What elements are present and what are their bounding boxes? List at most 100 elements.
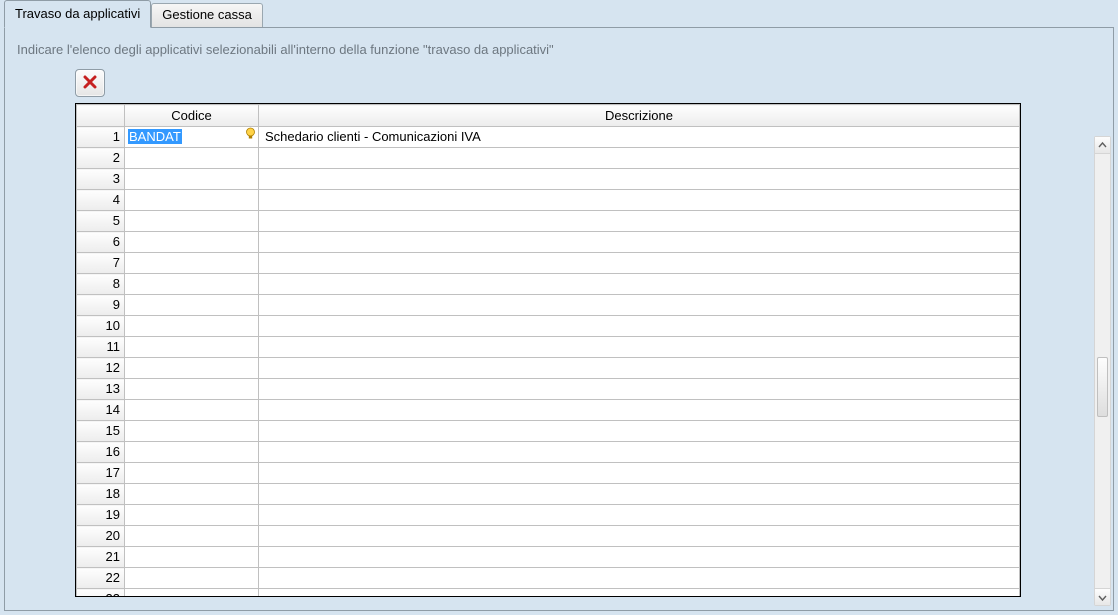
description-cell[interactable]	[259, 190, 1020, 211]
code-cell[interactable]	[125, 505, 259, 526]
row-number[interactable]: 5	[77, 211, 125, 232]
code-input[interactable]	[125, 421, 258, 441]
description-cell[interactable]	[259, 316, 1020, 337]
code-input[interactable]	[125, 316, 258, 336]
row-number[interactable]: 10	[77, 316, 125, 337]
description-cell[interactable]	[259, 274, 1020, 295]
row-number[interactable]: 8	[77, 274, 125, 295]
row-number[interactable]: 9	[77, 295, 125, 316]
row-number[interactable]: 6	[77, 232, 125, 253]
code-cell[interactable]	[125, 316, 259, 337]
code-input[interactable]	[125, 337, 258, 357]
row-number[interactable]: 19	[77, 505, 125, 526]
code-input[interactable]	[125, 232, 258, 252]
grid-header-desc[interactable]: Descrizione	[259, 105, 1020, 127]
row-number[interactable]: 3	[77, 169, 125, 190]
scroll-thumb[interactable]	[1097, 357, 1108, 417]
code-cell[interactable]	[125, 274, 259, 295]
code-cell[interactable]	[125, 358, 259, 379]
description-cell[interactable]	[259, 421, 1020, 442]
code-input[interactable]	[125, 484, 258, 504]
row-number[interactable]: 12	[77, 358, 125, 379]
grid-header-code[interactable]: Codice	[125, 105, 259, 127]
row-number[interactable]: 23	[77, 589, 125, 598]
code-cell[interactable]	[125, 379, 259, 400]
row-number[interactable]: 22	[77, 568, 125, 589]
code-cell[interactable]	[125, 232, 259, 253]
code-input[interactable]	[125, 169, 258, 189]
code-input[interactable]	[125, 295, 258, 315]
description-cell[interactable]	[259, 169, 1020, 190]
code-input[interactable]	[125, 211, 258, 231]
code-cell[interactable]	[125, 442, 259, 463]
code-input[interactable]: BANDAT	[125, 127, 242, 147]
code-input[interactable]	[125, 547, 258, 567]
row-number[interactable]: 14	[77, 400, 125, 421]
code-cell[interactable]	[125, 589, 259, 598]
code-cell[interactable]	[125, 148, 259, 169]
code-input[interactable]	[125, 568, 258, 588]
description-cell[interactable]	[259, 484, 1020, 505]
scroll-up-button[interactable]	[1095, 137, 1110, 154]
tab-gestione-cassa[interactable]: Gestione cassa	[151, 3, 263, 27]
code-input[interactable]	[125, 526, 258, 546]
description-cell[interactable]	[259, 379, 1020, 400]
description-cell[interactable]	[259, 526, 1020, 547]
code-cell[interactable]	[125, 526, 259, 547]
row-number[interactable]: 7	[77, 253, 125, 274]
row-number[interactable]: 16	[77, 442, 125, 463]
code-input[interactable]	[125, 442, 258, 462]
row-number[interactable]: 20	[77, 526, 125, 547]
code-cell[interactable]	[125, 211, 259, 232]
lookup-button[interactable]	[242, 128, 258, 146]
description-cell[interactable]	[259, 400, 1020, 421]
delete-button[interactable]	[75, 69, 105, 97]
code-cell[interactable]	[125, 484, 259, 505]
code-cell[interactable]	[125, 295, 259, 316]
scroll-down-button[interactable]	[1095, 588, 1110, 605]
code-cell[interactable]	[125, 169, 259, 190]
code-cell[interactable]	[125, 421, 259, 442]
code-input[interactable]	[125, 463, 258, 483]
code-cell[interactable]	[125, 547, 259, 568]
description-cell[interactable]	[259, 505, 1020, 526]
code-cell[interactable]	[125, 568, 259, 589]
row-number[interactable]: 13	[77, 379, 125, 400]
row-number[interactable]: 18	[77, 484, 125, 505]
description-cell[interactable]	[259, 232, 1020, 253]
code-input[interactable]	[125, 589, 258, 597]
code-cell[interactable]	[125, 337, 259, 358]
description-cell[interactable]	[259, 547, 1020, 568]
row-number[interactable]: 21	[77, 547, 125, 568]
code-input[interactable]	[125, 400, 258, 420]
row-number[interactable]: 11	[77, 337, 125, 358]
code-input[interactable]	[125, 274, 258, 294]
code-input[interactable]	[125, 505, 258, 525]
row-number[interactable]: 4	[77, 190, 125, 211]
row-number[interactable]: 17	[77, 463, 125, 484]
description-cell[interactable]	[259, 148, 1020, 169]
description-cell[interactable]: Schedario clienti - Comunicazioni IVA	[259, 127, 1020, 148]
description-cell[interactable]	[259, 358, 1020, 379]
code-cell[interactable]	[125, 400, 259, 421]
row-number[interactable]: 2	[77, 148, 125, 169]
description-cell[interactable]	[259, 568, 1020, 589]
description-cell[interactable]	[259, 589, 1020, 598]
code-cell[interactable]	[125, 253, 259, 274]
code-input[interactable]	[125, 358, 258, 378]
code-input[interactable]	[125, 253, 258, 273]
code-cell[interactable]	[125, 190, 259, 211]
description-cell[interactable]	[259, 337, 1020, 358]
code-input[interactable]	[125, 379, 258, 399]
description-cell[interactable]	[259, 253, 1020, 274]
code-cell[interactable]	[125, 463, 259, 484]
code-cell[interactable]: BANDAT	[125, 127, 259, 148]
row-number[interactable]: 1	[77, 127, 125, 148]
description-cell[interactable]	[259, 463, 1020, 484]
tab-travaso[interactable]: Travaso da applicativi	[4, 0, 151, 28]
description-cell[interactable]	[259, 295, 1020, 316]
row-number[interactable]: 15	[77, 421, 125, 442]
code-input[interactable]	[125, 148, 258, 168]
vertical-scrollbar[interactable]	[1094, 136, 1111, 606]
description-cell[interactable]	[259, 442, 1020, 463]
